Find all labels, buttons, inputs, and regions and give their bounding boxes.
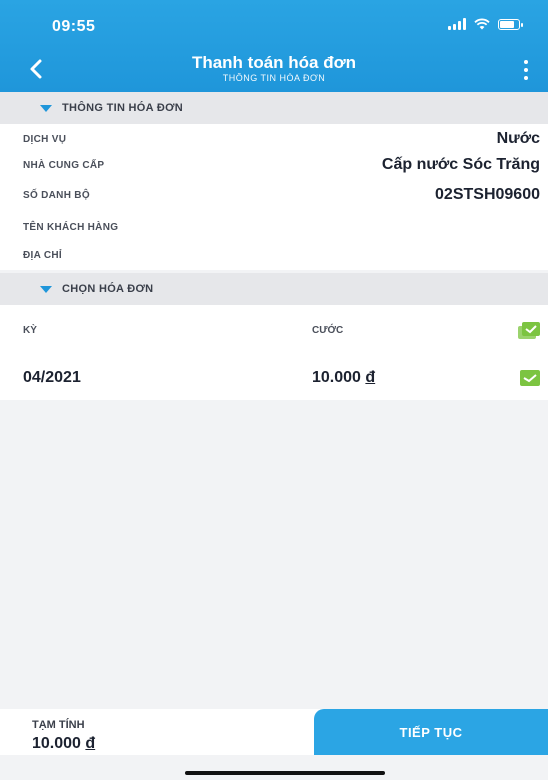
nav-title-block: Thanh toán hóa đơn THÔNG TIN HÓA ĐƠN xyxy=(0,54,548,84)
info-label: NHÀ CUNG CẤP xyxy=(23,160,105,171)
wifi-icon xyxy=(474,18,490,30)
caret-down-icon xyxy=(40,104,52,112)
info-label: DỊCH VỤ xyxy=(23,134,67,145)
caret-down-icon xyxy=(40,285,52,293)
section-title: THÔNG TIN HÓA ĐƠN xyxy=(62,102,184,114)
status-time: 09:55 xyxy=(52,18,96,35)
info-row-account-number: SỐ DANH BỘ 02STSH09600 xyxy=(0,184,548,208)
invoice-info-block: DỊCH VỤ Nước NHÀ CUNG CẤP Cấp nước Sóc T… xyxy=(0,124,548,270)
bill-list: KỲ CƯỚC 04/2021 10.000 đ xyxy=(0,305,548,400)
info-label: SỐ DANH BỘ xyxy=(23,190,90,201)
subtotal-currency: đ xyxy=(85,735,96,752)
section-header-invoice-info[interactable]: THÔNG TIN HÓA ĐƠN xyxy=(0,92,548,124)
bill-checkbox[interactable] xyxy=(520,370,540,386)
bottom-bar: TẠM TÍNH 10.000 đ TIẾP TỤC xyxy=(0,709,548,755)
subtotal-label: TẠM TÍNH xyxy=(32,719,85,731)
subtotal-value: 10.000 đ xyxy=(32,735,95,753)
section-header-choose-bill[interactable]: CHỌN HÓA ĐƠN xyxy=(0,273,548,305)
info-row-address: ĐỊA CHỈ xyxy=(0,244,548,268)
bill-period: 04/2021 xyxy=(23,369,81,386)
info-row-service: DỊCH VỤ Nước xyxy=(0,128,548,152)
home-indicator[interactable] xyxy=(185,771,385,775)
column-header-period: KỲ xyxy=(23,325,37,336)
info-value: 02STSH09600 xyxy=(435,186,540,203)
home-area xyxy=(0,755,548,780)
status-icons xyxy=(448,18,523,30)
app-header: 09:55 Thanh toán hóa đơn THÔNG TIN HÓA Đ xyxy=(0,0,548,92)
more-options-icon[interactable] xyxy=(522,60,530,80)
bill-amount-number: 10.000 xyxy=(312,369,361,386)
bill-amount: 10.000 đ xyxy=(312,369,375,387)
info-row-customer-name: TÊN KHÁCH HÀNG xyxy=(0,216,548,240)
info-value: Cấp nước Sóc Trăng xyxy=(381,156,540,173)
signal-icon xyxy=(448,18,466,30)
subtotal-number: 10.000 xyxy=(32,735,81,752)
info-row-provider: NHÀ CUNG CẤP Cấp nước Sóc Trăng xyxy=(0,154,548,178)
nav-bar: Thanh toán hóa đơn THÔNG TIN HÓA ĐƠN xyxy=(0,48,548,92)
continue-button[interactable]: TIẾP TỤC xyxy=(314,709,548,755)
section-title: CHỌN HÓA ĐƠN xyxy=(62,283,154,295)
column-header-fee: CƯỚC xyxy=(312,325,344,336)
status-bar: 09:55 xyxy=(0,0,548,44)
screen: 09:55 Thanh toán hóa đơn THÔNG TIN HÓA Đ xyxy=(0,0,548,780)
page-subtitle: THÔNG TIN HÓA ĐƠN xyxy=(222,73,326,83)
select-all-checkbox[interactable] xyxy=(518,322,540,340)
info-value: Nước xyxy=(496,130,540,147)
info-label: ĐỊA CHỈ xyxy=(23,250,62,261)
info-label: TÊN KHÁCH HÀNG xyxy=(23,222,119,233)
bill-amount-currency: đ xyxy=(365,369,376,386)
battery-icon xyxy=(498,18,523,30)
page-title: Thanh toán hóa đơn xyxy=(191,53,357,72)
